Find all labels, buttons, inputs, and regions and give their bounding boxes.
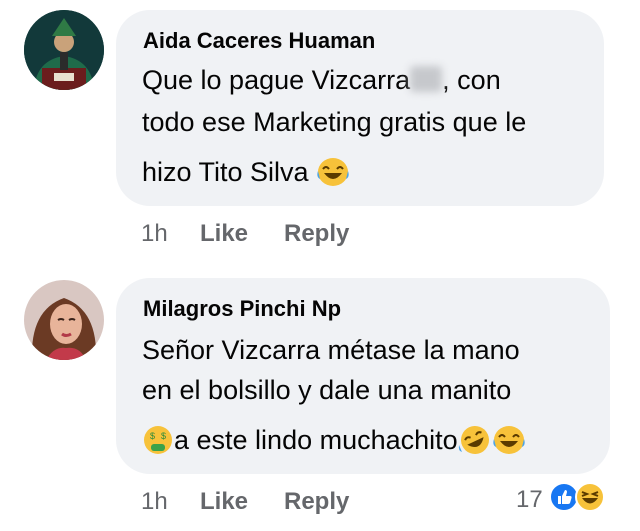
avatar-aida[interactable] [24,10,104,90]
like-button-aida[interactable]: Like [200,220,248,248]
comment-author-milagros[interactable]: Milagros Pinchi Np [143,296,341,322]
joy-emoji-icon [492,425,526,462]
comment-time-milagros[interactable]: 1h [141,488,168,516]
joy-emoji-icon [316,157,350,194]
reply-button-milagros[interactable]: Reply [284,488,349,516]
svg-text:$: $ [161,431,166,441]
reaction-count: 17 [516,485,543,513]
reply-button-aida[interactable]: Reply [284,220,349,248]
comment-line-1: Que lo pague Vizcarra, con [142,65,501,95]
comment-line-3: $ $ a este lindo muchachito [142,424,526,462]
comment-line-2: en el bolsillo y dale una manito [142,375,512,405]
avatar-milagros[interactable] [24,280,104,360]
comment-line-1: Señor Vizcarra métase la mano [142,335,520,365]
like-button-milagros[interactable]: Like [200,488,248,516]
svg-text:$: $ [150,431,155,441]
haha-reaction-icon [574,482,605,517]
comment-time-aida[interactable]: 1h [141,220,168,248]
comment-author-aida[interactable]: Aida Caceres Huaman [143,28,375,54]
blurred-text [410,66,443,92]
rofl-emoji-icon [458,425,492,462]
comment-line-2: todo ese Marketing gratis que le [142,107,527,137]
comment-line-3: hizo Tito Silva [142,156,350,194]
money-mouth-emoji-icon: $ $ [142,425,174,462]
reaction-summary[interactable]: 17 [516,482,605,517]
